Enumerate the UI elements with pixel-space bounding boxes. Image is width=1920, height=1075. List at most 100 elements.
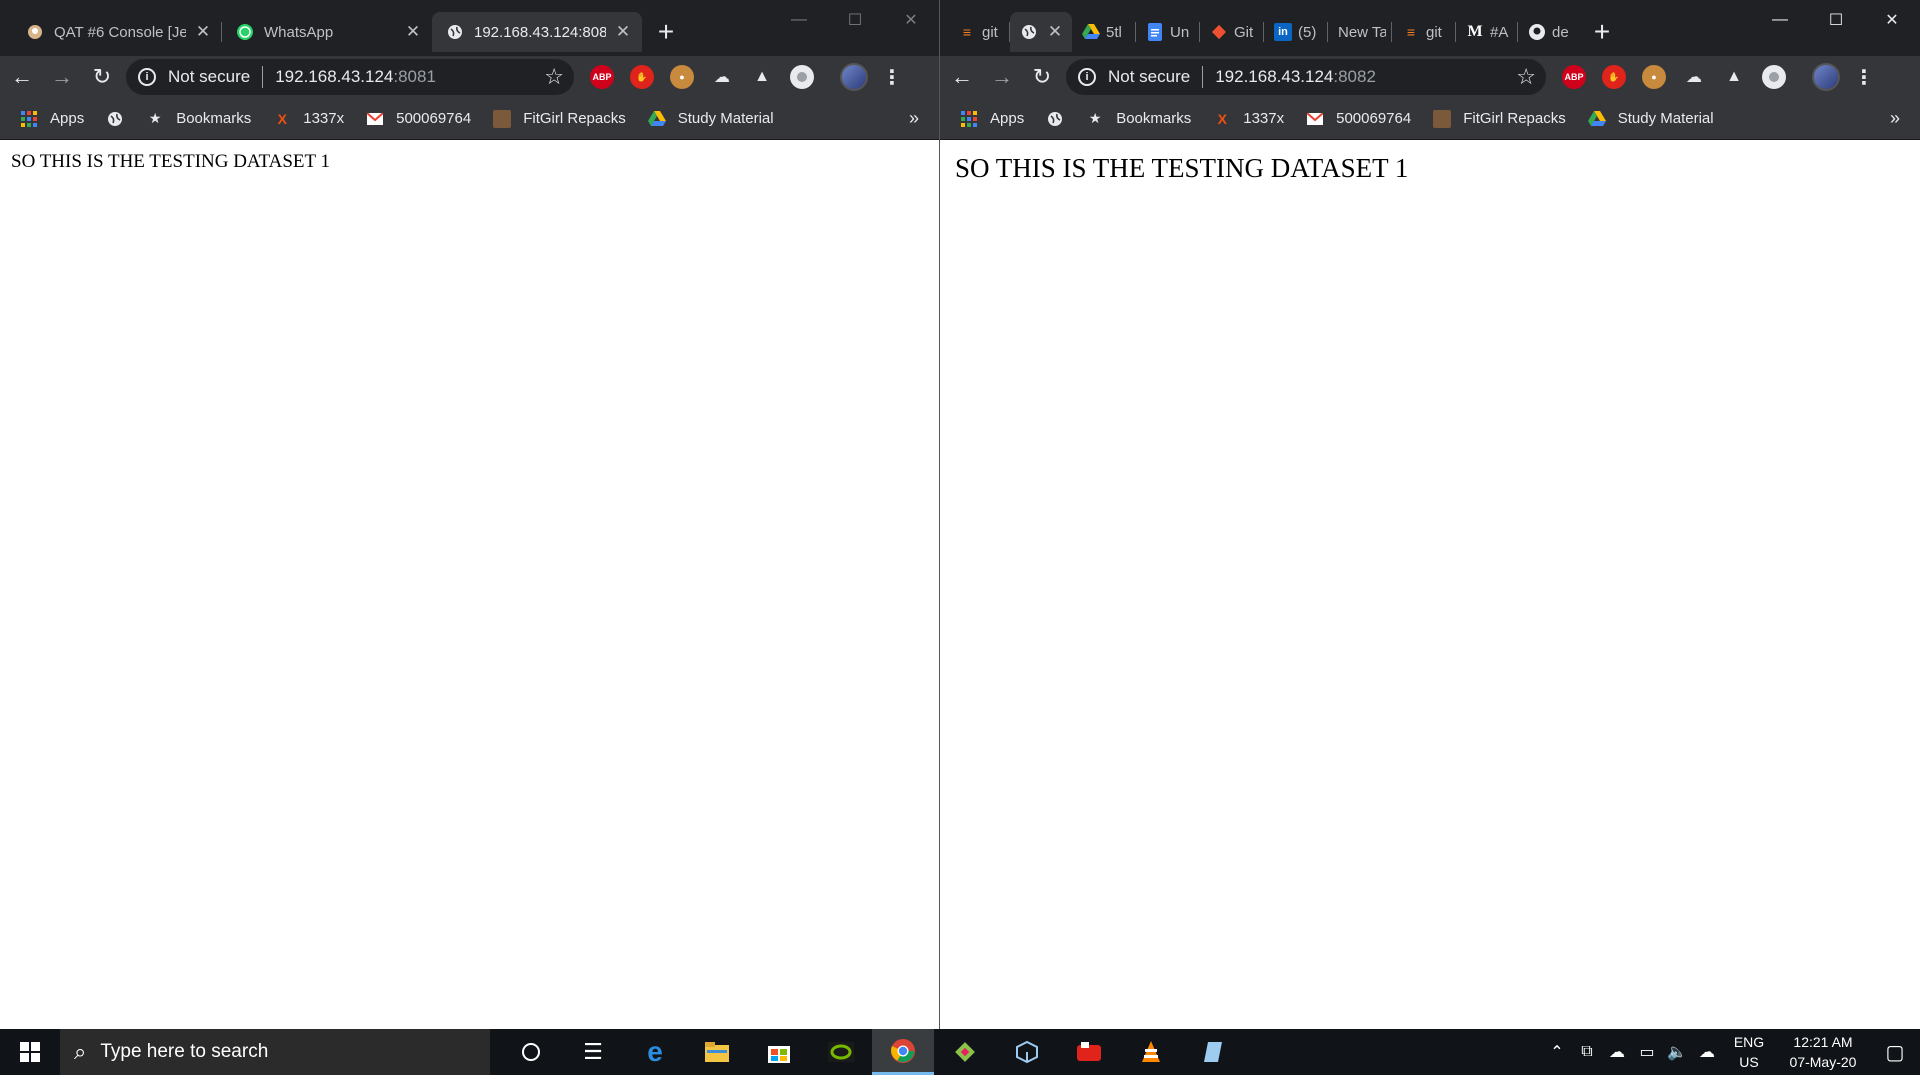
- bookmark-label: FitGirl Repacks: [523, 110, 626, 127]
- tab-active-8082[interactable]: ✕: [1010, 12, 1072, 52]
- profile-avatar[interactable]: [1812, 63, 1840, 91]
- drive-extension-icon[interactable]: ▲: [750, 65, 774, 89]
- stop-hand-icon[interactable]: ✋: [1602, 65, 1626, 89]
- vlc-icon[interactable]: [1120, 1029, 1182, 1075]
- back-button[interactable]: ←: [4, 59, 40, 95]
- bookmark-globe[interactable]: [1046, 110, 1064, 128]
- tab-label: de: [1552, 23, 1569, 41]
- tab-drive[interactable]: 5tl: [1072, 12, 1136, 52]
- cortana-icon[interactable]: [500, 1029, 562, 1075]
- tab-stackoverflow-2[interactable]: ≡ git: [1392, 12, 1456, 52]
- taskbar-search[interactable]: ⌕ Type here to search: [60, 1029, 490, 1075]
- new-tab-button[interactable]: +: [1584, 16, 1620, 48]
- globe-icon: [1020, 23, 1038, 41]
- notepad-icon[interactable]: [1182, 1029, 1244, 1075]
- tab-docs[interactable]: Un: [1136, 12, 1200, 52]
- edge-icon[interactable]: e: [624, 1029, 686, 1075]
- page-content: SO THIS IS THE TESTING DATASET 1: [940, 141, 1920, 1029]
- reload-button[interactable]: ↻: [84, 59, 120, 95]
- close-icon[interactable]: ✕: [194, 22, 212, 42]
- menu-icon[interactable]: ⋮: [1854, 65, 1874, 90]
- file-explorer-icon[interactable]: [686, 1029, 748, 1075]
- gitkraken-icon[interactable]: [934, 1029, 996, 1075]
- maximize-button[interactable]: ☐: [1808, 0, 1864, 40]
- bookmark-folder-bookmarks[interactable]: ★ Bookmarks: [146, 110, 251, 128]
- back-button[interactable]: ←: [944, 59, 980, 95]
- bookmark-fitgirl[interactable]: FitGirl Repacks: [1433, 109, 1566, 128]
- address-bar[interactable]: i Not secure 192.168.43.124:8081 ☆: [126, 59, 574, 95]
- bookmark-1337x[interactable]: X 1337x: [273, 110, 345, 128]
- fitgirl-icon: [493, 109, 512, 128]
- info-icon[interactable]: i: [138, 68, 156, 86]
- address-bar[interactable]: i Not secure 192.168.43.124:8082 ☆: [1066, 59, 1546, 95]
- tab-linkedin[interactable]: in (5): [1264, 12, 1328, 52]
- start-button[interactable]: [0, 1029, 60, 1075]
- bookmark-apps[interactable]: Apps: [20, 110, 84, 128]
- bookmark-folder-bookmarks[interactable]: ★ Bookmarks: [1086, 110, 1191, 128]
- task-view-icon[interactable]: ☰: [562, 1029, 624, 1075]
- store-icon[interactable]: [748, 1029, 810, 1075]
- tab-active-8081[interactable]: 192.168.43.124:8081 ✕: [432, 12, 642, 52]
- tab-stackoverflow[interactable]: ≡ git: [948, 12, 1010, 52]
- virtualbox-icon[interactable]: [996, 1029, 1058, 1075]
- reload-button[interactable]: ↻: [1024, 59, 1060, 95]
- adblock-plus-icon[interactable]: ABP: [1562, 65, 1586, 89]
- tab-medium[interactable]: M #A: [1456, 12, 1518, 52]
- incognito-icon[interactable]: ☁: [710, 65, 734, 89]
- bookmark-apps[interactable]: Apps: [960, 110, 1024, 128]
- record-icon[interactable]: [790, 65, 814, 89]
- profile-avatar[interactable]: [840, 63, 868, 91]
- forward-button[interactable]: →: [44, 59, 80, 95]
- close-window-button[interactable]: ✕: [883, 0, 939, 40]
- drive-extension-icon[interactable]: ▲: [1722, 65, 1746, 89]
- incognito-icon[interactable]: ☁: [1682, 65, 1706, 89]
- tab-jenkins[interactable]: QAT #6 Console [Jen ✕: [12, 12, 222, 52]
- bookmark-study-material[interactable]: Study Material: [647, 110, 774, 128]
- bookmarks-overflow-icon[interactable]: »: [909, 108, 919, 129]
- close-icon[interactable]: ✕: [1046, 22, 1064, 42]
- info-icon[interactable]: i: [1078, 68, 1096, 86]
- red-app-icon[interactable]: [1058, 1029, 1120, 1075]
- close-icon[interactable]: ✕: [404, 22, 422, 42]
- close-window-button[interactable]: ✕: [1864, 0, 1920, 40]
- language-indicator[interactable]: ENG US: [1722, 1032, 1776, 1072]
- volume-icon[interactable]: 🔈: [1662, 1042, 1692, 1062]
- stop-hand-icon[interactable]: ✋: [630, 65, 654, 89]
- bookmark-globe[interactable]: [106, 110, 124, 128]
- bookmark-gmail[interactable]: 500069764: [1306, 110, 1411, 128]
- maximize-button[interactable]: ☐: [827, 0, 883, 40]
- bookmark-study-material[interactable]: Study Material: [1587, 110, 1714, 128]
- clock[interactable]: 12:21 AM 07-May-20: [1776, 1032, 1870, 1072]
- nvidia-icon[interactable]: [810, 1029, 872, 1075]
- cloud-upload-icon[interactable]: ☁: [1692, 1042, 1722, 1062]
- tab-github[interactable]: de: [1518, 12, 1578, 52]
- bookmarks-overflow-icon[interactable]: »: [1890, 108, 1900, 129]
- bookmark-1337x[interactable]: X 1337x: [1213, 110, 1285, 128]
- google-drive-icon: [647, 110, 666, 128]
- tab-git[interactable]: Git: [1200, 12, 1264, 52]
- onedrive-icon[interactable]: ☁: [1602, 1042, 1632, 1062]
- bookmark-star-icon[interactable]: ☆: [544, 64, 564, 90]
- notification-badge-icon[interactable]: ⧉: [1572, 1043, 1602, 1061]
- bookmarks-bar: Apps ★ Bookmarks X 1337x 500069764 FitGirl…: [940, 98, 1920, 140]
- minimize-button[interactable]: —: [771, 0, 827, 40]
- new-tab-button[interactable]: +: [648, 16, 684, 48]
- tab-strip: QAT #6 Console [Jen ✕ WhatsApp ✕ 192.168…: [0, 0, 939, 64]
- bookmark-star-icon[interactable]: ☆: [1516, 64, 1536, 90]
- record-icon[interactable]: [1762, 65, 1786, 89]
- bookmark-gmail[interactable]: 500069764: [366, 110, 471, 128]
- minimize-button[interactable]: —: [1752, 0, 1808, 40]
- menu-icon[interactable]: ⋮: [882, 65, 902, 90]
- tab-new-tab[interactable]: New Ta: [1328, 12, 1392, 52]
- chrome-icon[interactable]: [872, 1029, 934, 1075]
- close-icon[interactable]: ✕: [614, 22, 632, 42]
- tab-whatsapp[interactable]: WhatsApp ✕: [222, 12, 432, 52]
- action-center-icon[interactable]: ▢: [1870, 1040, 1920, 1065]
- cookie-icon[interactable]: ●: [1642, 65, 1666, 89]
- forward-button[interactable]: →: [984, 59, 1020, 95]
- battery-icon[interactable]: ▭: [1632, 1042, 1662, 1062]
- cookie-icon[interactable]: ●: [670, 65, 694, 89]
- chevron-up-icon[interactable]: ⌃: [1542, 1042, 1572, 1062]
- bookmark-fitgirl[interactable]: FitGirl Repacks: [493, 109, 626, 128]
- adblock-plus-icon[interactable]: ABP: [590, 65, 614, 89]
